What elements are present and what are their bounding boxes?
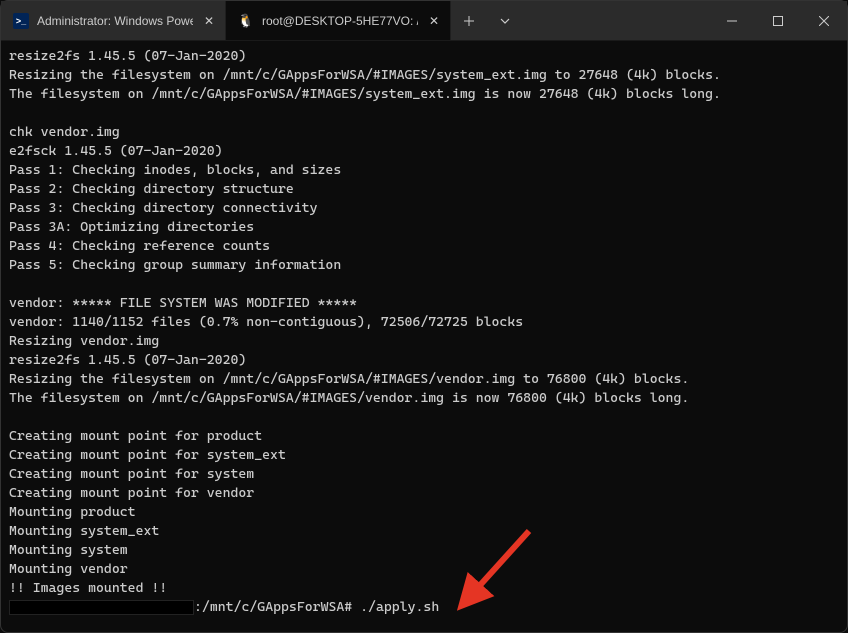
prompt-line: :/mnt/c/GAppsForWSA# ./apply.sh xyxy=(9,598,839,617)
title-bar: >_ Administrator: Windows PowerS ✕ 🐧 roo… xyxy=(1,1,847,41)
close-icon xyxy=(819,16,829,26)
powershell-icon: >_ xyxy=(13,13,29,29)
maximize-icon xyxy=(773,16,783,26)
tab-actions xyxy=(451,1,523,40)
linux-icon: 🐧 xyxy=(238,13,254,29)
window-controls xyxy=(709,1,847,40)
new-tab-button[interactable] xyxy=(451,1,487,40)
prompt-path: :/mnt/c/GAppsForWSA# xyxy=(194,598,360,617)
terminal-output[interactable]: resize2fs 1.45.5 (07-Jan-2020) Resizing … xyxy=(1,41,847,623)
close-icon[interactable]: ✕ xyxy=(201,13,217,29)
tab-title: root@DESKTOP-5HE77VO: /mnt xyxy=(262,14,418,28)
tab-strip: >_ Administrator: Windows PowerS ✕ 🐧 roo… xyxy=(1,1,523,40)
close-icon[interactable]: ✕ xyxy=(426,13,442,29)
tab-title: Administrator: Windows PowerS xyxy=(37,14,193,28)
tab-linux[interactable]: 🐧 root@DESKTOP-5HE77VO: /mnt ✕ xyxy=(226,1,451,40)
redacted-user-host xyxy=(9,600,194,615)
plus-icon xyxy=(464,16,474,26)
tab-powershell[interactable]: >_ Administrator: Windows PowerS ✕ xyxy=(1,1,226,40)
prompt-command: ./apply.sh xyxy=(360,598,439,617)
chevron-down-icon xyxy=(500,16,510,26)
tab-dropdown-button[interactable] xyxy=(487,1,523,40)
minimize-button[interactable] xyxy=(709,1,755,40)
minimize-icon xyxy=(727,16,737,26)
close-button[interactable] xyxy=(801,1,847,40)
maximize-button[interactable] xyxy=(755,1,801,40)
